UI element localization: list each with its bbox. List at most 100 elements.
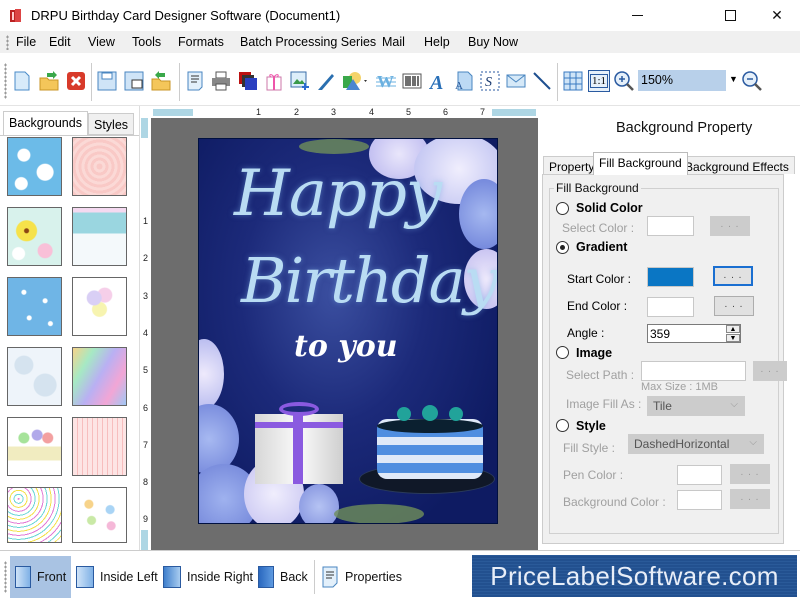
angle-up-button[interactable]: ▲ [726,325,740,333]
page-back-button[interactable]: Back [253,556,313,598]
actual-size-button[interactable]: 1:1 [588,70,610,92]
brand-banner[interactable]: PriceLabelSoftware.com [472,555,797,597]
end-color-button[interactable]: . . . [714,296,754,316]
zoom-in-button[interactable] [613,70,635,92]
menu-formats[interactable]: Formats [178,35,224,49]
bg-thumb-stars[interactable] [7,277,62,336]
bg-thumb-rainbow[interactable] [72,347,127,406]
bg-thumb-happy-birthday[interactable] [7,417,62,476]
grid-button[interactable] [562,70,584,92]
text-button[interactable]: A [427,70,449,92]
minimize-button[interactable] [614,0,660,31]
tab-fill-background[interactable]: Fill Background [593,152,688,175]
bg-thumb-bears[interactable] [72,207,127,266]
text-icon: A [428,72,443,91]
start-color-swatch[interactable] [647,267,694,287]
close-doc-button[interactable] [65,70,87,92]
tab-styles[interactable]: Styles [88,113,135,135]
horizontal-ruler[interactable]: 1 2 3 4 5 6 7 [150,107,538,118]
print-icon [212,71,230,91]
bg-thumb-balloons[interactable] [72,277,127,336]
birthday-card[interactable]: Happy Birthday to you [198,138,498,524]
bg-thumb-hearts-stripes[interactable] [72,417,127,476]
gift-button[interactable] [263,70,285,92]
zoom-out-button[interactable] [741,70,763,92]
barcode-button[interactable] [401,70,423,92]
page-inside-right-button[interactable]: Inside Right [158,556,258,598]
menu-buy-now[interactable]: Buy Now [468,35,518,49]
menu-bar: File Edit View Tools Formats Batch Proce… [0,31,800,53]
tab-property[interactable]: Property [543,156,601,174]
zoom-out-icon [742,71,762,91]
shapes-button[interactable] [341,70,371,92]
save-as-button[interactable] [123,70,145,92]
line-button[interactable] [531,70,553,92]
bg-thumb-balloon-bunches[interactable] [72,487,127,543]
bg-thumb-daisies[interactable] [7,207,62,266]
menu-edit[interactable]: Edit [49,35,71,49]
open-button[interactable] [38,70,60,92]
export-folder-icon [151,71,171,91]
maximize-button[interactable] [707,0,753,31]
save-button[interactable] [96,70,118,92]
signature-icon: S [480,71,500,91]
menu-tools[interactable]: Tools [132,35,161,49]
page-front-button[interactable]: Front [10,556,72,598]
word-art-button[interactable]: A [453,70,475,92]
angle-down-button[interactable]: ▼ [726,334,740,342]
bg-thumb-pink-hearts[interactable] [72,137,127,196]
watermark-button[interactable]: W [375,70,397,92]
card-text-happy[interactable]: Happy [234,157,442,231]
vertical-ruler[interactable]: 1 2 3 4 5 6 7 8 9 [140,118,151,550]
properties-button[interactable]: Properties [316,556,407,598]
menu-view[interactable]: View [88,35,115,49]
insert-image-icon [290,71,309,90]
pen-button[interactable] [315,70,337,92]
menu-mail[interactable]: Mail [382,35,405,49]
inside-left-page-icon [76,566,94,588]
close-icon: ✕ [771,7,783,23]
menu-file[interactable]: File [16,35,36,49]
tab-backgrounds[interactable]: Backgrounds [3,111,88,135]
cake-image[interactable] [377,405,483,479]
ruler-mark: 2 [294,107,300,117]
new-button[interactable] [11,70,33,92]
window-title: DRPU Birthday Card Designer Software (Do… [31,8,341,23]
zoom-level-input[interactable]: 150% [638,70,726,91]
mail-button[interactable] [505,70,527,92]
card-text-birthday[interactable]: Birthday [241,244,497,317]
export-button[interactable] [150,70,172,92]
image-radio[interactable] [556,346,569,359]
style-radio[interactable] [556,419,569,432]
ruler-mark: 1 [143,216,149,226]
toolbar-separator [91,63,92,101]
page-setup-button[interactable] [184,70,206,92]
background-color-label: Background Color : [563,495,666,509]
signature-button[interactable]: S [479,70,501,92]
solid-color-radio[interactable] [556,202,569,215]
zoom-dropdown-arrow[interactable]: ▼ [729,74,738,84]
page-inside-left-button[interactable]: Inside Left [71,556,163,598]
front-label: Front [37,570,67,584]
bg-thumb-colorful-hearts[interactable] [7,487,62,543]
bg-thumb-bubbles[interactable] [7,347,62,406]
layers-button[interactable] [237,70,259,92]
select-path-button: . . . [753,361,787,381]
panel-title: Background Property [616,120,753,136]
close-button[interactable]: ✕ [754,0,800,31]
tab-background-effects[interactable]: Background Effects [679,156,795,174]
print-button[interactable] [210,70,232,92]
menu-help[interactable]: Help [424,35,450,49]
gift-box-image[interactable] [255,402,343,484]
insert-image-button[interactable] [289,70,311,92]
open-folder-icon [39,71,59,91]
end-color-swatch[interactable] [647,297,694,317]
card-text-to-you[interactable]: to you [294,329,398,364]
ruler-mark: 9 [143,514,149,524]
word-art-icon: A [455,71,473,91]
start-color-button[interactable]: . . . [713,266,753,286]
menu-batch-processing[interactable]: Batch Processing Series [240,35,376,49]
bg-thumb-clouds[interactable] [7,137,62,196]
ruler-mark: 8 [143,477,149,487]
gradient-radio[interactable] [556,241,569,254]
